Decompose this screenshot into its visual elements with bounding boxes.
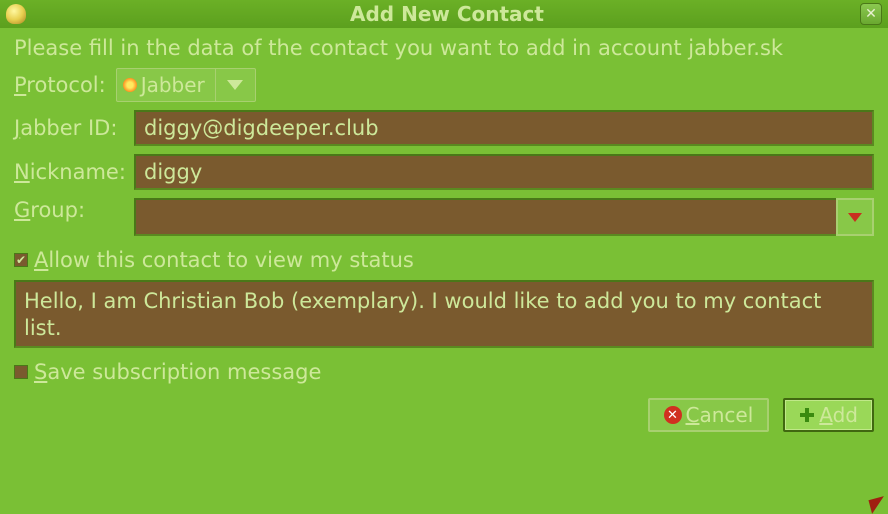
- close-button[interactable]: ✕: [860, 3, 882, 25]
- chevron-down-icon: [848, 213, 862, 222]
- protocol-select[interactable]: Jabber: [116, 68, 256, 102]
- save-message-checkbox[interactable]: [14, 365, 28, 379]
- cancel-icon: ✕: [664, 406, 682, 424]
- group-dropdown-button[interactable]: [836, 198, 874, 236]
- jabber-id-row: Jabber ID:: [14, 110, 874, 146]
- add-label: Add: [819, 403, 858, 427]
- group-input[interactable]: [134, 198, 836, 236]
- check-icon: ✔: [16, 254, 26, 266]
- save-message-row: Save subscription message: [14, 360, 874, 384]
- plus-icon: [799, 407, 815, 423]
- subscription-message-input[interactable]: [14, 280, 874, 348]
- allow-status-checkbox[interactable]: ✔: [14, 253, 28, 267]
- jabber-id-input[interactable]: [134, 110, 874, 146]
- jabber-icon: [123, 78, 137, 92]
- dialog-content: Please fill in the data of the contact y…: [0, 28, 888, 514]
- protocol-row: Protocol: Jabber: [14, 68, 874, 102]
- window-title: Add New Contact: [34, 2, 860, 26]
- nickname-input[interactable]: [134, 154, 874, 190]
- cancel-label: Cancel: [686, 403, 754, 427]
- contact-icon: [6, 4, 26, 24]
- cancel-button[interactable]: ✕ Cancel: [648, 398, 770, 432]
- nickname-row: Nickname:: [14, 154, 874, 190]
- chevron-down-icon: [227, 80, 243, 90]
- add-button[interactable]: Add: [783, 398, 874, 432]
- titlebar: Add New Contact ✕: [0, 0, 888, 28]
- nickname-label: Nickname:: [14, 160, 124, 184]
- allow-status-row: ✔ Allow this contact to view my status: [14, 248, 874, 272]
- button-row: ✕ Cancel Add: [14, 398, 874, 432]
- instruction-text: Please fill in the data of the contact y…: [14, 36, 874, 60]
- protocol-value: Jabber: [117, 73, 215, 97]
- protocol-text: Jabber: [141, 73, 205, 97]
- group-row: Group:: [14, 198, 874, 236]
- protocol-label: Protocol:: [14, 73, 106, 97]
- close-icon: ✕: [865, 6, 877, 22]
- group-label: Group:: [14, 198, 124, 236]
- jabber-id-label: Jabber ID:: [14, 116, 124, 140]
- allow-status-label: Allow this contact to view my status: [34, 248, 414, 272]
- group-combo: [134, 198, 874, 236]
- protocol-dropdown-arrow[interactable]: [215, 69, 255, 101]
- save-message-label: Save subscription message: [34, 360, 321, 384]
- add-contact-dialog: Add New Contact ✕ Please fill in the dat…: [0, 0, 888, 514]
